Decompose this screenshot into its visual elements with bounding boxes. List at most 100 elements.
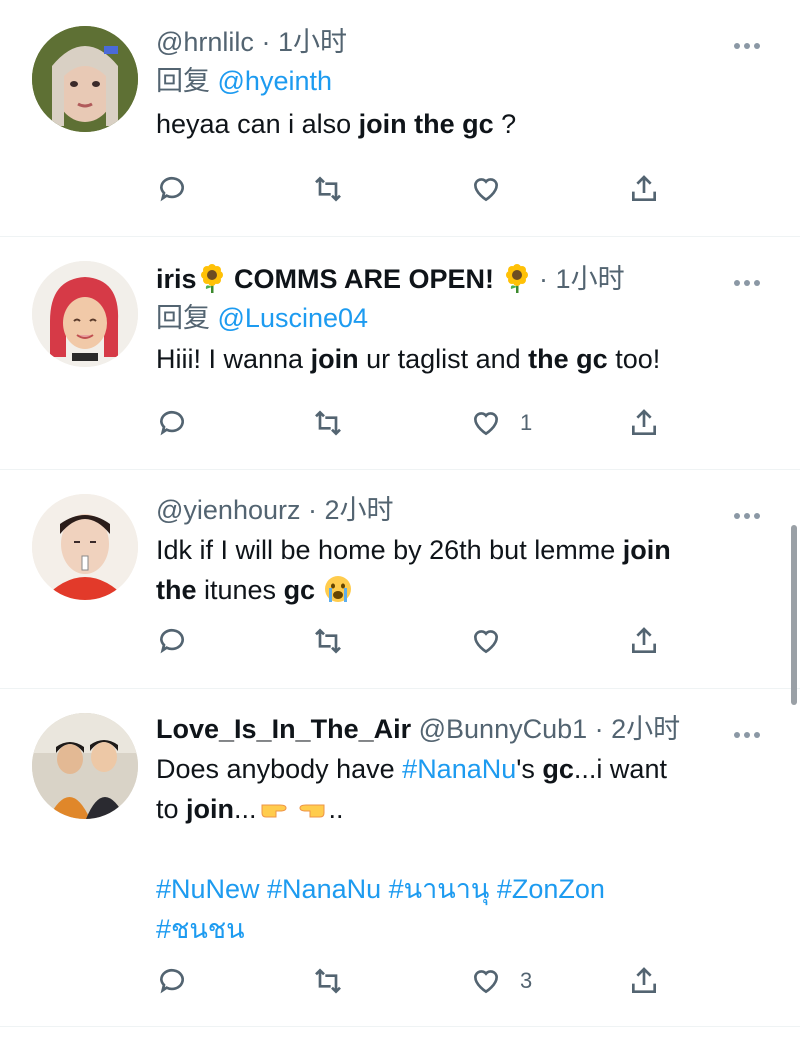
text-highlight: join — [310, 344, 359, 374]
like-button[interactable] — [470, 173, 520, 205]
reply-button[interactable] — [156, 173, 188, 205]
reply-to-link[interactable]: @Luscine04 — [218, 303, 369, 333]
tweet-3[interactable]: @yienhourz · 2小时 Idk if I will be home b… — [0, 470, 800, 689]
user-handle[interactable]: @BunnyCub1 — [419, 714, 588, 744]
pointing-left-emoji — [299, 804, 325, 818]
share-icon — [632, 175, 656, 201]
display-name[interactable]: Love_Is_In_The_Air — [156, 714, 411, 744]
like-count: 1 — [520, 410, 533, 435]
tweet-text: heyaa can i also join the gc ? — [156, 104, 776, 144]
tweet-header: @hrnlilc · 1小时 — [156, 22, 776, 62]
timestamp[interactable]: 1小时 — [556, 264, 625, 294]
tweet-header: iris COMMS ARE OPEN! · 1小时 — [156, 259, 776, 299]
more-icon[interactable] — [734, 36, 766, 56]
reply-button[interactable] — [156, 625, 188, 657]
text-segment: Idk if I will be home by 26th but lemme — [156, 535, 623, 565]
text-segment: ...i want — [573, 754, 667, 784]
separator: · — [587, 714, 612, 744]
tweet-text: Idk if I will be home by 26th but lemme … — [156, 530, 776, 610]
retweet-button[interactable] — [312, 625, 344, 657]
retweet-icon — [315, 968, 341, 994]
sunflower-emoji — [505, 264, 528, 293]
avatar[interactable] — [32, 26, 138, 132]
share-icon — [632, 627, 656, 653]
reply-context: 回复 @Luscine04 — [156, 299, 776, 337]
reply-icon — [159, 628, 184, 654]
separator: · — [300, 495, 325, 525]
text-highlight: join — [186, 794, 235, 824]
retweet-button[interactable] — [312, 173, 344, 205]
avatar[interactable] — [32, 713, 138, 819]
retweet-button[interactable] — [312, 965, 344, 997]
avatar[interactable] — [32, 494, 138, 600]
text-segment: ? — [493, 109, 517, 139]
separator: · — [253, 27, 278, 57]
reply-icon — [159, 410, 184, 436]
text-highlight: join the gc — [358, 109, 494, 139]
timestamp[interactable]: 2小时 — [611, 714, 680, 744]
text-segment: Does anybody have — [156, 754, 403, 784]
like-button[interactable] — [470, 625, 520, 657]
share-button[interactable] — [628, 173, 660, 205]
sunflower-emoji — [200, 264, 223, 293]
display-name[interactable]: iris COMMS ARE OPEN! — [156, 264, 532, 294]
like-icon — [473, 970, 499, 994]
text-segment: to — [156, 794, 187, 824]
share-icon — [632, 967, 656, 993]
like-button[interactable]: 1 — [470, 407, 532, 439]
user-handle[interactable]: @hrnlilc — [156, 27, 254, 57]
retweet-icon — [315, 410, 341, 436]
hashtag-link[interactable]: #NanaNu — [402, 754, 516, 784]
timestamp[interactable]: 1小时 — [278, 27, 347, 57]
reply-to-link[interactable]: @hyeinth — [218, 66, 332, 96]
tweet-text: Hiii! I wanna join ur taglist and the gc… — [156, 339, 776, 379]
retweet-button[interactable] — [312, 407, 344, 439]
reply-context: 回复 @hyeinth — [156, 62, 776, 100]
share-icon — [632, 409, 656, 435]
text-segment: .. — [328, 794, 344, 824]
like-icon — [473, 178, 499, 202]
tweet-4[interactable]: Love_Is_In_The_Air @BunnyCub1 · 2小时 Does… — [0, 689, 800, 1027]
tweet-text: Does anybody have #NanaNu's gc...i want … — [156, 749, 776, 949]
like-button[interactable]: 3 — [470, 965, 532, 997]
crying-emoji — [324, 576, 351, 602]
reply-button[interactable] — [156, 407, 188, 439]
share-button[interactable] — [628, 407, 660, 439]
timestamp[interactable]: 2小时 — [324, 495, 393, 525]
reply-prefix: 回复 — [156, 66, 210, 96]
text-segment: ur taglist and — [358, 344, 529, 374]
avatar[interactable] — [32, 261, 138, 367]
text-segment: Hiii! I wanna — [156, 344, 311, 374]
like-icon — [473, 630, 499, 654]
text-highlight: gc — [283, 575, 316, 605]
text-segment: too! — [607, 344, 661, 374]
tweet-header: Love_Is_In_The_Air @BunnyCub1 · 2小时 — [156, 709, 776, 749]
retweet-icon — [315, 176, 341, 202]
text-highlight: join — [622, 535, 671, 565]
more-icon[interactable] — [734, 273, 766, 293]
more-icon[interactable] — [734, 506, 766, 526]
pointing-right-emoji — [261, 804, 287, 818]
more-icon[interactable] — [734, 725, 766, 745]
text-segment: ... — [234, 794, 257, 824]
share-button[interactable] — [628, 965, 660, 997]
retweet-icon — [315, 628, 341, 654]
share-button[interactable] — [628, 625, 660, 657]
hashtag-links[interactable]: #NuNew #NanaNu #นานานุ #ZonZon — [156, 869, 776, 909]
like-icon — [473, 412, 499, 436]
tweet-2[interactable]: iris COMMS ARE OPEN! · 1小时 回复 @Luscine04… — [0, 237, 800, 470]
tweet-1[interactable]: @hrnlilc · 1小时 回复 @hyeinth heyaa can i a… — [0, 0, 800, 237]
text-highlight: gc — [542, 754, 574, 784]
tweet-header: @yienhourz · 2小时 — [156, 490, 776, 530]
like-count: 3 — [520, 968, 533, 993]
reply-button[interactable] — [156, 965, 188, 997]
hashtag-link[interactable]: #ชนชน — [156, 909, 776, 949]
text-segment: itunes — [196, 575, 284, 605]
user-handle[interactable]: @yienhourz — [156, 495, 300, 525]
reply-prefix: 回复 — [156, 303, 210, 333]
text-highlight: the gc — [528, 344, 608, 374]
text-highlight: the — [156, 575, 197, 605]
scrollbar[interactable] — [791, 525, 797, 705]
text-segment: 's — [516, 754, 543, 784]
text-segment: heyaa can i also — [156, 109, 359, 139]
